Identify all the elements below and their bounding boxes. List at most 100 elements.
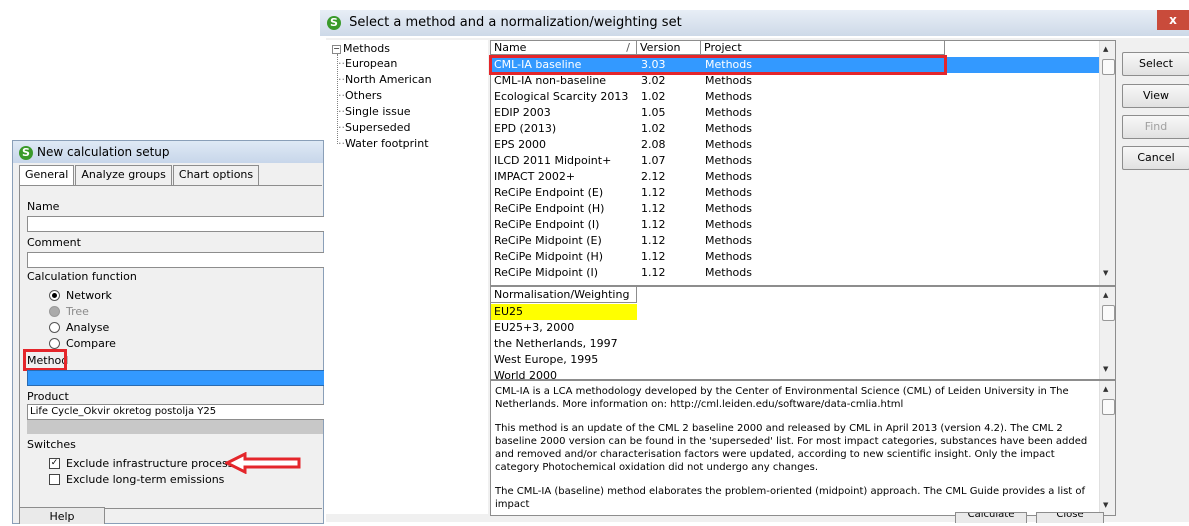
checkbox-icon[interactable]: [49, 474, 60, 485]
table-row[interactable]: CML-IA non-baseline 3.02 Methods: [491, 73, 1099, 89]
cell-name: ReCiPe Endpoint (I): [494, 218, 600, 231]
scroll-up-icon[interactable]: ▲: [1103, 45, 1108, 53]
tab-chart-options[interactable]: Chart options: [172, 165, 260, 185]
cell-name: ReCiPe Midpoint (E): [494, 234, 602, 247]
product-secondary-bar: [27, 420, 323, 434]
methods-scrollbar[interactable]: ▲ ▼: [1099, 41, 1115, 285]
methods-tree[interactable]: − Methods ··European ··North American ··O…: [326, 40, 488, 514]
column-header-version[interactable]: Version: [637, 41, 701, 55]
table-row[interactable]: ReCiPe Endpoint (E) 1.12 Methods: [491, 185, 1099, 201]
method-description: CML-IA is a LCA methodology developed by…: [490, 380, 1116, 516]
red-arrow-annotation: [225, 452, 301, 474]
description-paragraph: This method is an update of the CML 2 ba…: [495, 423, 1088, 473]
description-paragraph: CML-IA is a LCA methodology developed by…: [495, 386, 1069, 410]
comment-field[interactable]: [27, 252, 324, 268]
table-row[interactable]: ReCiPe Midpoint (H) 1.12 Methods: [491, 249, 1099, 265]
view-button[interactable]: View: [1122, 84, 1189, 108]
radio-network[interactable]: Network: [49, 289, 112, 302]
table-row[interactable]: EPD (2013) 1.02 Methods: [491, 121, 1099, 137]
tree-item-water-footprint[interactable]: ··Water footprint: [338, 137, 429, 150]
scroll-thumb[interactable]: [1102, 305, 1115, 321]
scroll-up-icon[interactable]: ▲: [1103, 291, 1108, 299]
close-icon[interactable]: x: [1157, 10, 1189, 30]
norm-set-label: West Europe, 1995: [494, 353, 599, 366]
scroll-thumb[interactable]: [1102, 399, 1115, 415]
cell-project: Methods: [705, 74, 752, 87]
checkbox-exclude-longterm[interactable]: Exclude long-term emissions: [49, 473, 224, 486]
calculate-button[interactable]: Calculate: [955, 512, 1027, 523]
cancel-button[interactable]: Cancel: [1122, 146, 1189, 170]
tab-analyze-groups[interactable]: Analyze groups: [75, 165, 172, 185]
list-item[interactable]: EU25: [491, 304, 1099, 320]
cell-project: Methods: [705, 186, 752, 199]
cell-project: Methods: [705, 154, 752, 167]
norm-set-label: the Netherlands, 1997: [494, 337, 618, 350]
cell-version: 1.12: [641, 202, 666, 215]
scroll-down-icon[interactable]: ▼: [1103, 501, 1108, 509]
cell-version: 1.12: [641, 266, 666, 279]
table-row[interactable]: Ecological Scarcity 2013 1.02 Methods: [491, 89, 1099, 105]
product-label: Product: [27, 390, 69, 403]
description-scrollbar[interactable]: ▲ ▼: [1099, 381, 1115, 515]
column-header-normalisation[interactable]: Normalisation/Weighting set/: [491, 287, 637, 317]
tree-root[interactable]: − Methods: [332, 42, 390, 55]
cell-version: 1.02: [641, 90, 666, 103]
radio-analyse[interactable]: Analyse: [49, 321, 109, 334]
scroll-down-icon[interactable]: ▼: [1103, 269, 1108, 277]
scroll-up-icon[interactable]: ▲: [1103, 385, 1108, 393]
tab-general[interactable]: General: [19, 165, 75, 187]
list-item[interactable]: World 2000: [491, 368, 1099, 379]
cell-name: IMPACT 2002+: [494, 170, 576, 183]
tree-item-single-issue[interactable]: ··Single issue: [338, 105, 411, 118]
radio-icon[interactable]: [49, 322, 60, 333]
cell-name: Ecological Scarcity 2013: [494, 90, 629, 103]
radio-icon[interactable]: [49, 338, 60, 349]
tree-item-north-american[interactable]: ··North American: [338, 73, 432, 86]
methods-table[interactable]: Name / Version Project CML-IA baseline 3.0…: [490, 40, 1116, 286]
normalisation-table[interactable]: Normalisation/Weighting set/ EU25EU25+3,…: [490, 286, 1116, 380]
cell-project: Methods: [705, 138, 752, 151]
radio-tree[interactable]: Tree: [49, 305, 89, 318]
list-item[interactable]: EU25+3, 2000: [491, 320, 1099, 336]
tree-item-european[interactable]: ··European: [338, 57, 398, 70]
cell-name: EDIP 2003: [494, 106, 551, 119]
table-row[interactable]: EPS 2000 2.08 Methods: [491, 137, 1099, 153]
table-row[interactable]: ReCiPe Endpoint (H) 1.12 Methods: [491, 201, 1099, 217]
help-button[interactable]: Help: [19, 507, 105, 524]
checkbox-checked-icon[interactable]: ✓: [49, 458, 60, 469]
table-row[interactable]: ReCiPe Endpoint (I) 1.12 Methods: [491, 217, 1099, 233]
scroll-thumb[interactable]: [1102, 59, 1115, 75]
table-row[interactable]: ILCD 2011 Midpoint+ 1.07 Methods: [491, 153, 1099, 169]
tree-item-superseded[interactable]: ··Superseded: [338, 121, 410, 134]
column-header-project[interactable]: Project: [701, 41, 945, 55]
cell-name: ReCiPe Endpoint (H): [494, 202, 605, 215]
normalisation-scrollbar[interactable]: ▲ ▼: [1099, 287, 1115, 379]
table-row[interactable]: ReCiPe Midpoint (I) 1.12 Methods: [491, 265, 1099, 281]
checkbox-exclude-infrastructure[interactable]: ✓ Exclude infrastructure processes: [49, 457, 246, 470]
table-row[interactable]: EDIP 2003 1.05 Methods: [491, 105, 1099, 121]
product-field[interactable]: Life Cycle_Okvir okretog postolja Y25: [27, 404, 324, 420]
cell-version: 3.02: [641, 74, 666, 87]
find-button[interactable]: Find: [1122, 115, 1189, 139]
cell-version: 1.07: [641, 154, 666, 167]
cell-name: EPD (2013): [494, 122, 557, 135]
select-button[interactable]: Select: [1122, 52, 1189, 76]
comment-label: Comment: [27, 236, 81, 249]
list-item[interactable]: the Netherlands, 1997: [491, 336, 1099, 352]
scroll-down-icon[interactable]: ▼: [1103, 365, 1108, 373]
method-field[interactable]: [27, 370, 324, 386]
radio-checked-icon[interactable]: [49, 290, 60, 301]
radio-disabled-icon[interactable]: [49, 306, 60, 317]
list-item[interactable]: West Europe, 1995: [491, 352, 1099, 368]
name-field[interactable]: [27, 216, 324, 232]
table-row[interactable]: ReCiPe Midpoint (E) 1.12 Methods: [491, 233, 1099, 249]
collapse-icon[interactable]: −: [332, 44, 341, 54]
close-button[interactable]: Close: [1036, 512, 1104, 523]
calc-tabs: General Analyze groups Chart options: [19, 165, 260, 187]
tree-item-others[interactable]: ··Others: [338, 89, 382, 102]
cell-name: CML-IA non-baseline: [494, 74, 607, 87]
column-header-name[interactable]: Name /: [491, 41, 637, 55]
table-row[interactable]: IMPACT 2002+ 2.12 Methods: [491, 169, 1099, 185]
cell-project: Methods: [705, 234, 752, 247]
cell-name: EPS 2000: [494, 138, 547, 151]
